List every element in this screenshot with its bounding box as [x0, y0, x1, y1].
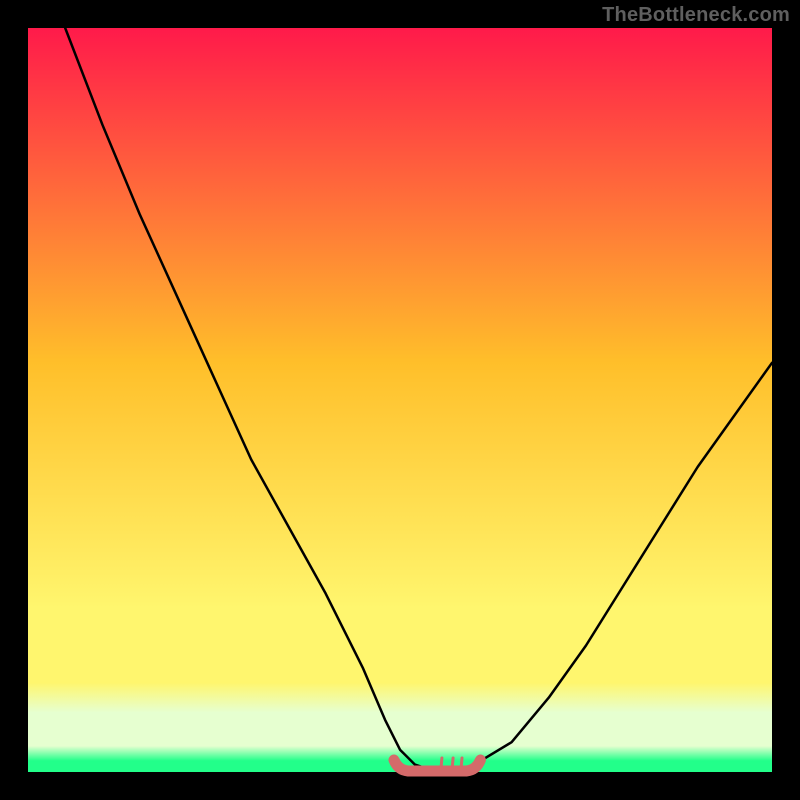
chart-stage: TheBottleneck.com	[0, 0, 800, 800]
watermark-text: TheBottleneck.com	[602, 4, 790, 27]
chart-plot-area	[28, 28, 772, 772]
bottleneck-chart	[0, 0, 800, 800]
